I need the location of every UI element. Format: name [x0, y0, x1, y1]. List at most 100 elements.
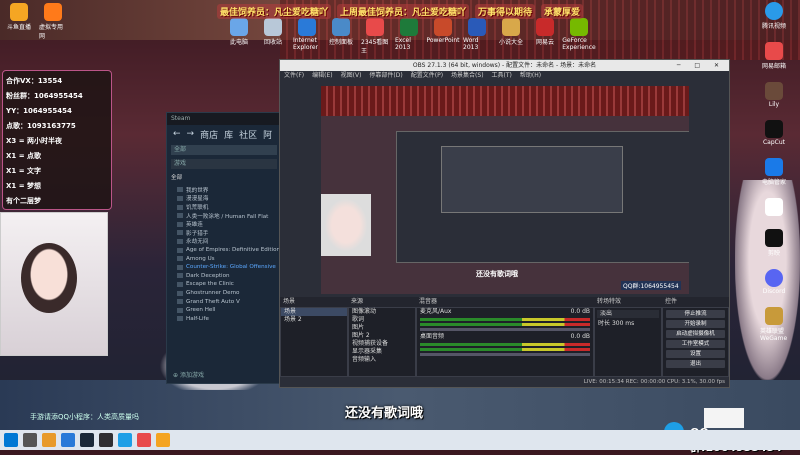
- search-icon[interactable]: [23, 433, 37, 447]
- source-item[interactable]: 图片: [349, 324, 415, 332]
- browser-icon[interactable]: [61, 433, 75, 447]
- game-item[interactable]: Among Us: [167, 254, 281, 263]
- studio-mode-button[interactable]: 工作室模式: [666, 340, 725, 348]
- mixer-panel: 麦克风/Aux 0.0 dB 桌面音频 0.0 dB: [416, 307, 594, 377]
- library-filter[interactable]: 游戏: [171, 159, 277, 169]
- webcam-feed: [0, 212, 108, 356]
- game-icon: [177, 316, 183, 322]
- desktop-icon[interactable]: Lily: [760, 82, 788, 108]
- music-icon[interactable]: [137, 433, 151, 447]
- game-item[interactable]: Grand Theft Auto V: [167, 297, 281, 306]
- game-item[interactable]: 影子猎手: [167, 229, 281, 238]
- game-item[interactable]: Age of Empires: Definitive Edition: [167, 246, 281, 255]
- start-recording-button[interactable]: 开始录制: [666, 320, 725, 328]
- desktop-icon[interactable]: Discord: [760, 269, 788, 295]
- overlay-line: X1 = 点歌: [6, 152, 42, 160]
- steam-window[interactable]: Steam ← → 商店 库 社区 阿 全部 游戏 全部 我的世界 漫漫星海 饥…: [166, 112, 282, 384]
- desktop-icon[interactable]: GeForce Experience: [562, 18, 596, 55]
- library-section[interactable]: 全部: [167, 173, 281, 182]
- app-icon[interactable]: [156, 433, 170, 447]
- game-item[interactable]: Dark Deception: [167, 272, 281, 281]
- volume-meter: [420, 323, 590, 326]
- desktop-icon[interactable]: 剪映: [760, 229, 788, 257]
- desktop-icon[interactable]: 回收站: [259, 18, 287, 55]
- menu-tools[interactable]: 工具(T): [492, 71, 512, 81]
- start-button[interactable]: [4, 433, 18, 447]
- folder-icon[interactable]: [42, 433, 56, 447]
- desktop-icon[interactable]: 虚拟专用网: [39, 3, 67, 40]
- desktop-icon[interactable]: Excel 2013: [395, 18, 423, 55]
- source-item[interactable]: 图像滚动: [349, 308, 415, 316]
- menu-docks[interactable]: 停靠部件(D): [369, 71, 402, 81]
- obs-window[interactable]: OBS 27.1.3 (64 bit, windows) - 配置文件：未命名 …: [279, 59, 730, 388]
- stop-streaming-button[interactable]: 停止推流: [666, 310, 725, 318]
- transition-select[interactable]: 淡出: [597, 310, 659, 318]
- source-item[interactable]: 图片 2: [349, 332, 415, 340]
- desktop-icon[interactable]: 斗鱼直播: [5, 3, 33, 40]
- game-item[interactable]: Half-Life: [167, 315, 281, 324]
- desktop-icon[interactable]: 腾讯视频: [760, 2, 788, 30]
- obs-preview[interactable]: 还没有歌词哦 QQ群:1064955454: [321, 86, 689, 294]
- desktop-icon[interactable]: CapCut: [760, 120, 788, 146]
- nav-store[interactable]: 商店: [200, 128, 218, 141]
- game-icon: [177, 204, 183, 210]
- overlay-line: 合作VX：13554: [6, 77, 63, 85]
- preview-caption: 还没有歌词哦: [476, 270, 518, 278]
- menu-file[interactable]: 文件(F): [284, 71, 304, 81]
- desktop-icon[interactable]: PowerPoint: [426, 18, 460, 55]
- game-item[interactable]: Counter-Strike: Global Offensive: [167, 263, 281, 272]
- desktop-icon[interactable]: 网易云: [531, 18, 559, 55]
- duration-input[interactable]: 300 ms: [612, 320, 634, 327]
- desktop-icon[interactable]: Internet Explorer: [293, 18, 321, 55]
- obs-icon[interactable]: [99, 433, 113, 447]
- back-icon[interactable]: ←: [173, 129, 181, 139]
- desktop-icon[interactable]: [760, 198, 788, 217]
- add-game-button[interactable]: ⊕ 添加游戏: [173, 370, 204, 379]
- source-item[interactable]: 视频捕获设备: [349, 340, 415, 348]
- steam-icon[interactable]: [80, 433, 94, 447]
- desktop-icon[interactable]: Word 2013: [463, 18, 491, 55]
- window-controls[interactable]: ─ □ ✕: [677, 60, 725, 71]
- exit-button[interactable]: 退出: [666, 360, 725, 368]
- desktop-icon[interactable]: 2345看图王: [361, 18, 389, 55]
- nav-library[interactable]: 库: [224, 128, 233, 141]
- desktop-icon[interactable]: 电脑管家: [760, 158, 788, 186]
- forward-icon[interactable]: →: [187, 129, 195, 139]
- game-item[interactable]: 英雄连: [167, 220, 281, 229]
- game-item[interactable]: Ghostrunner Demo: [167, 289, 281, 298]
- controls-panel: 停止推流 开始录制 启动虚拟摄像机 工作室模式 设置 退出: [662, 307, 729, 377]
- desktop-icon[interactable]: 英雄联盟 WeGame: [760, 307, 788, 342]
- desktop-icon[interactable]: 控制面板: [327, 18, 355, 55]
- qq-icon[interactable]: [118, 433, 132, 447]
- volume-slider[interactable]: [420, 353, 590, 356]
- library-search[interactable]: 全部: [171, 145, 277, 155]
- steam-titlebar[interactable]: Steam: [167, 113, 281, 125]
- source-item[interactable]: 音频输入: [349, 356, 415, 364]
- game-item[interactable]: 漫漫星海: [167, 194, 281, 203]
- desktop-icon[interactable]: 网易邮箱: [760, 42, 788, 70]
- menu-view[interactable]: 视图(V): [341, 71, 362, 81]
- game-item[interactable]: 我的世界: [167, 186, 281, 195]
- game-item[interactable]: Escape the Clinic: [167, 280, 281, 289]
- game-item[interactable]: Green Hell: [167, 306, 281, 315]
- menu-edit[interactable]: 编辑(E): [312, 71, 332, 81]
- desktop-icon[interactable]: 此电脑: [225, 18, 253, 55]
- settings-button[interactable]: 设置: [666, 350, 725, 358]
- obs-titlebar[interactable]: OBS 27.1.3 (64 bit, windows) - 配置文件：未命名 …: [280, 60, 729, 71]
- game-item[interactable]: 饥荒联机: [167, 203, 281, 212]
- source-item[interactable]: 显示器采集: [349, 348, 415, 356]
- preview-stage-lights: [321, 86, 689, 116]
- scene-item[interactable]: 场景: [281, 308, 347, 316]
- desktop-icon[interactable]: 小说大全: [497, 18, 525, 55]
- virtual-camera-button[interactable]: 启动虚拟摄像机: [666, 330, 725, 338]
- menu-help[interactable]: 帮助(H): [520, 71, 541, 81]
- game-item[interactable]: 永劫无间: [167, 237, 281, 246]
- nav-community[interactable]: 社区: [239, 128, 257, 141]
- scene-item[interactable]: 场景 2: [281, 316, 347, 324]
- volume-slider[interactable]: [420, 328, 590, 331]
- source-item[interactable]: 歌词: [349, 316, 415, 324]
- menu-profile[interactable]: 配置文件(P): [411, 71, 443, 81]
- menu-scene-collection[interactable]: 场景集合(S): [451, 71, 484, 81]
- game-item[interactable]: 人类一败涂地 / Human Fall Flat: [167, 211, 281, 220]
- nav-more[interactable]: 阿: [263, 128, 272, 141]
